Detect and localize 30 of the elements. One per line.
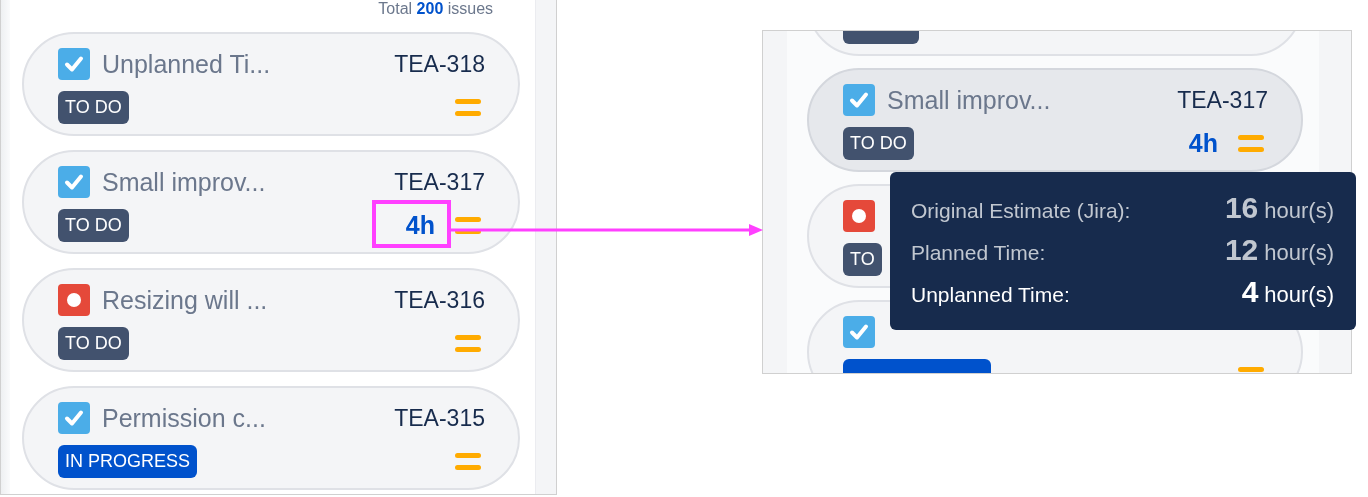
status-badge: TO [843,242,882,276]
issue-key: TEA-317 [394,168,485,196]
issue-key: TEA-317 [1177,86,1268,114]
issue-card[interactable]: Permission c... TEA-315 IN PROGRESS [21,386,520,490]
issue-title: Permission c... [101,403,266,433]
status-badge: IN PROGRESS [57,444,197,478]
tooltip-value: 16 hour(s) [1224,191,1334,225]
status-badge: TO DO [57,208,129,242]
tooltip-label: Unplanned Time: [911,283,1070,307]
issue-key: TEA-316 [394,286,485,314]
tooltip-label: Planned Time: [911,241,1046,265]
issue-card[interactable]: Resizing will ... TEA-316 TO DO [21,268,520,372]
issue-count: Total 200 issues [378,0,494,18]
estimate-label: 4h [405,210,435,240]
status-badge: TO DO [843,126,914,160]
issue-key: TEA-318 [394,50,485,78]
issue-title: Resizing will ... [101,285,268,315]
issue-card[interactable]: Small improv... TEA-317 TO DO 4h [21,150,520,254]
issue-title: Small improv... [101,167,266,197]
tooltip-value: 4 hour(s) [1241,275,1334,309]
status-badge: TO DO [57,326,129,360]
issue-card[interactable]: Unplanned Ti... TEA-318 TO DO [21,32,520,136]
issue-key: TEA-315 [394,404,485,432]
tooltip-value: 12 hour(s) [1224,233,1334,267]
status-badge: TO DO [57,90,129,124]
issue-title: Unplanned Ti... [101,49,271,79]
estimate-label: 4h [1188,128,1218,158]
issue-title: Small improv... [887,85,1051,115]
issue-card[interactable]: Small improv... TEA-317 TO DO 4h [807,68,1303,172]
tooltip-label: Original Estimate (Jira): [911,199,1131,223]
